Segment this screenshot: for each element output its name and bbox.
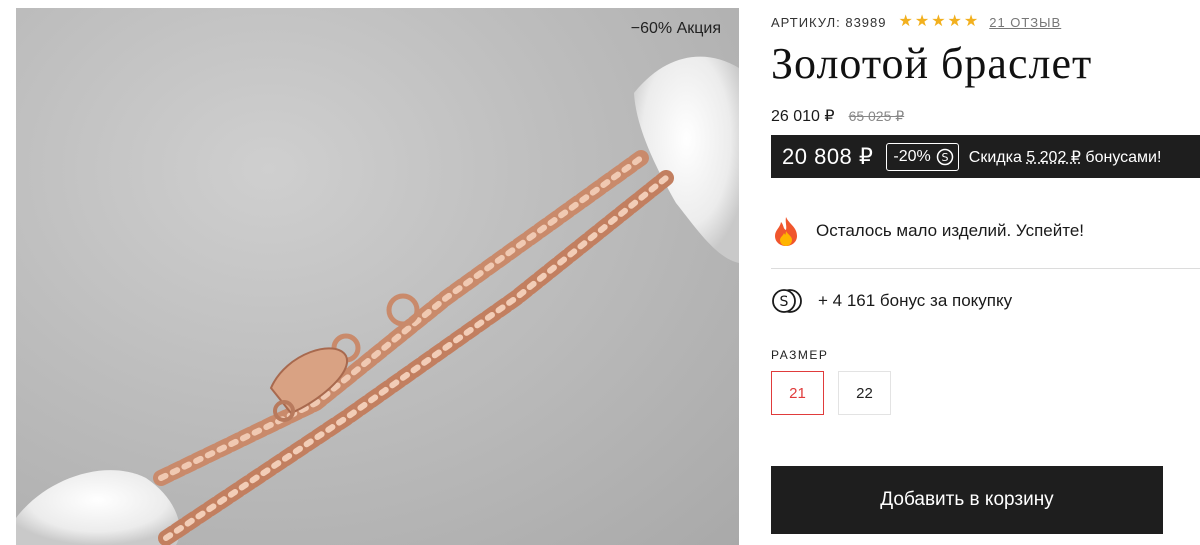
stock-text: Осталось мало изделий. Успейте! [816,221,1085,240]
size-label: РАЗМЕР [771,348,829,362]
size-option-21[interactable]: 21 [771,371,824,415]
reviews-link[interactable]: 21 ОТЗЫВ [989,15,1061,30]
bonus-amount: 5 202 ₽ [1026,148,1081,166]
bonus-prefix: Скидка [968,148,1022,166]
discount-value: -20% [893,147,931,165]
coins-icon: S [772,289,802,313]
product-title: Золотой браслет [771,39,1093,88]
product-meta: АРТИКУЛ: 83989 ★ ★ ★ ★ ★ 21 ОТЗЫВ [771,14,1061,30]
promo-label: −60% Акция [630,20,721,37]
bonus-discount-text: Скидка 5 202 ₽ бонусами! [969,147,1162,167]
sku: АРТИКУЛ: 83989 [771,14,887,30]
star-icon: ★ [898,13,914,30]
bonus-price-bar: 20 808 ₽ -20% S Скидка 5 202 ₽ бонусами! [771,135,1200,178]
svg-text:S: S [780,294,789,310]
old-price: 65 025 ₽ [848,108,905,124]
product-image[interactable]: −60% Акция [16,8,739,545]
size-option-22[interactable]: 22 [838,371,891,415]
star-icon: ★ [931,13,947,30]
final-price: 20 808 ₽ [782,143,874,169]
divider [771,268,1200,269]
discount-badge: -20% S [886,142,959,171]
size-selector: 21 22 [771,371,891,415]
fire-icon [775,217,797,246]
svg-text:S: S [941,151,948,164]
current-price: 26 010 ₽ [771,108,835,125]
stock-notice: Осталось мало изделий. Успейте! [771,213,1200,249]
star-icon: ★ [914,13,931,30]
star-icon: ★ [947,13,963,30]
price-row: 26 010 ₽ 65 025 ₽ [771,106,904,126]
coin-icon: S [936,148,954,165]
bracelet-photo [16,56,739,545]
add-to-cart-button[interactable]: Добавить в корзину [771,466,1163,534]
bonus-suffix: бонусами! [1085,148,1162,166]
star-icon: ★ [963,13,980,30]
product-info: АРТИКУЛ: 83989 ★ ★ ★ ★ ★ 21 ОТЗЫВ Золото… [771,0,1200,545]
purchase-bonus: S + 4 161 бонус за покупку [771,283,1200,319]
rating-stars: ★ ★ ★ ★ ★ [899,14,980,30]
purchase-bonus-text: + 4 161 бонус за покупку [818,291,1013,310]
